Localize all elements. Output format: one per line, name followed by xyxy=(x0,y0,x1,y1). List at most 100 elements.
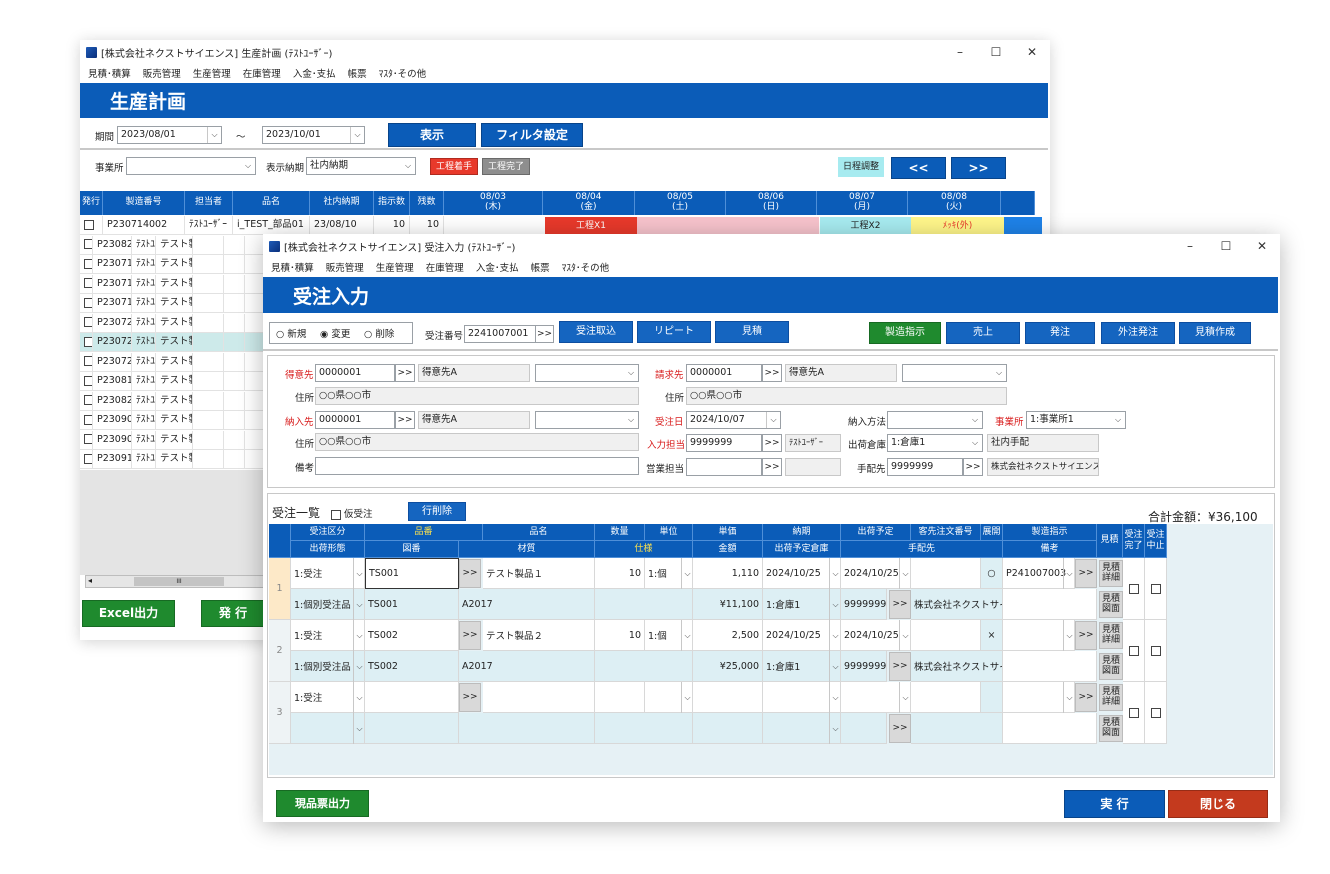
outsource-order-button[interactable]: 外注発注 xyxy=(1101,322,1175,344)
issue-checkbox[interactable] xyxy=(80,294,93,313)
cell-spec[interactable] xyxy=(595,713,693,744)
cell-remarks[interactable] xyxy=(1003,589,1097,620)
table-row[interactable]: P230714002 ﾃｽﾄﾕｰｻﾞｰ i_TEST_部品01 23/08/10 10 1… xyxy=(80,216,444,235)
issue-checkbox[interactable] xyxy=(80,391,93,411)
scroll-left-icon[interactable]: ◂ xyxy=(88,576,92,585)
chevron-down-icon[interactable]: ⌵ xyxy=(353,589,365,620)
chevron-down-icon[interactable]: ⌵ xyxy=(681,620,693,651)
chevron-down-icon[interactable]: ⌵ xyxy=(829,589,841,620)
cell-cust-po[interactable] xyxy=(911,558,981,589)
cell-expand[interactable]: ○ xyxy=(981,558,1003,589)
delivery-lookup-button[interactable]: >> xyxy=(395,411,415,429)
close-icon[interactable]: ✕ xyxy=(1014,40,1050,64)
table-row[interactable]: P230725002ﾃｽﾄﾕｰｻﾞｰテスト製 xyxy=(80,352,265,372)
warehouse-select[interactable]: 1:倉庫1 ⌵ xyxy=(887,434,983,452)
maximize-icon[interactable]: ☐ xyxy=(1208,234,1244,258)
manufacture-order-button[interactable]: 製造指示 xyxy=(869,322,941,344)
delivery-select[interactable]: ⌵ xyxy=(535,411,639,429)
period-from-input[interactable]: 2023/08/01 ⌵ xyxy=(117,126,222,144)
minimize-icon[interactable]: – xyxy=(1172,234,1208,258)
excel-export-button[interactable]: Excel出力 xyxy=(82,600,175,627)
execute-button[interactable]: 実 行 xyxy=(1064,790,1165,818)
order-done-checkbox[interactable] xyxy=(1123,558,1145,620)
delivery-code-input[interactable]: 0000001 xyxy=(315,411,395,429)
cell-qty[interactable]: 10 xyxy=(595,558,645,589)
estimate-detail-button[interactable]: 見積 詳細 xyxy=(1099,560,1123,587)
mode-new-radio[interactable]: ○ 新規 xyxy=(276,326,306,340)
mfg-lookup-button[interactable]: >> xyxy=(1075,621,1097,650)
order-done-checkbox[interactable] xyxy=(1123,682,1145,744)
arranger-lookup-button[interactable]: >> xyxy=(963,458,983,476)
cell-cust-po[interactable] xyxy=(911,682,981,713)
cell-remarks[interactable] xyxy=(1003,713,1097,744)
schedule-next-button[interactable]: >> xyxy=(951,157,1006,179)
arranger-lookup-button[interactable]: >> xyxy=(889,590,911,619)
chevron-down-icon[interactable]: ⌵ xyxy=(829,620,841,651)
display-due-select[interactable]: 社内納期 ⌵ xyxy=(306,157,416,175)
chevron-down-icon[interactable]: ⌵ xyxy=(899,620,911,651)
mfg-lookup-button[interactable]: >> xyxy=(1075,559,1097,588)
part-lookup-button[interactable]: >> xyxy=(459,683,481,712)
chevron-down-icon[interactable]: ⌵ xyxy=(681,682,693,713)
schedule-prev-button[interactable]: << xyxy=(891,157,946,179)
sales-person-code-input[interactable] xyxy=(686,458,762,476)
chevron-down-icon[interactable]: ⌵ xyxy=(353,651,365,682)
arranger-lookup-button[interactable]: >> xyxy=(889,652,911,681)
menu-inventory[interactable]: 在庫管理 xyxy=(243,66,281,80)
cell-remarks[interactable] xyxy=(1003,651,1097,682)
scroll-thumb[interactable]: III xyxy=(134,577,224,586)
cell-spec[interactable] xyxy=(595,651,693,682)
cell-part[interactable]: TS001 xyxy=(365,558,459,589)
menu-master[interactable]: ﾏｽﾀ･その他 xyxy=(562,260,610,274)
chevron-down-icon[interactable]: ⌵ xyxy=(829,651,841,682)
table-row[interactable]: P230905003ﾃｽﾄﾕｰｻﾞｰテスト製 xyxy=(80,411,265,430)
order-done-checkbox[interactable] xyxy=(1123,620,1145,682)
filter-settings-button[interactable]: フィルタ設定 xyxy=(481,123,583,147)
part-lookup-button[interactable]: >> xyxy=(459,621,481,650)
table-row[interactable]: P230829003ﾃｽﾄﾕｰｻﾞｰテスト製 xyxy=(80,391,265,411)
print-tag-button[interactable]: 現品票出力 xyxy=(276,790,369,817)
estimate-drawing-button[interactable]: 見積 図面 xyxy=(1099,653,1123,680)
menu-sales[interactable]: 販売管理 xyxy=(143,66,181,80)
customer-select[interactable]: ⌵ xyxy=(535,364,639,382)
menu-estimate[interactable]: 見積･積算 xyxy=(88,66,131,80)
menu-production[interactable]: 生産管理 xyxy=(376,260,414,274)
order-no-input[interactable]: 2241007001 xyxy=(464,325,536,343)
issue-checkbox[interactable] xyxy=(80,216,103,235)
repeat-button[interactable]: リピート xyxy=(637,321,711,343)
issue-checkbox[interactable] xyxy=(80,333,93,352)
delivery-method-select[interactable]: ⌵ xyxy=(887,411,983,429)
maximize-icon[interactable]: ☐ xyxy=(978,40,1014,64)
cell-expand[interactable]: × xyxy=(981,620,1003,651)
issue-checkbox[interactable] xyxy=(80,411,93,430)
chevron-down-icon[interactable]: ⌵ xyxy=(353,558,365,589)
table-row[interactable]: P230721002ﾃｽﾄﾕｰｻﾞｰテスト製 xyxy=(80,333,265,352)
office-select[interactable]: 1:事業所1 ⌵ xyxy=(1026,411,1126,429)
cell-material[interactable]: A2017 xyxy=(459,589,595,620)
menu-payment[interactable]: 入金･支払 xyxy=(293,66,336,80)
display-button[interactable]: 表示 xyxy=(388,123,476,147)
remarks-input[interactable] xyxy=(315,457,639,475)
order-no-lookup-button[interactable]: >> xyxy=(535,325,554,343)
menu-master[interactable]: ﾏｽﾀ･その他 xyxy=(379,66,427,80)
gantt-bar-x1[interactable]: 工程X1 xyxy=(545,217,637,235)
chevron-down-icon[interactable]: ⌵ xyxy=(681,558,693,589)
chevron-down-icon[interactable]: ⌵ xyxy=(353,620,365,651)
order-cancel-checkbox[interactable] xyxy=(1145,558,1167,620)
cell-material[interactable]: A2017 xyxy=(459,651,595,682)
cell-qty[interactable]: 10 xyxy=(595,620,645,651)
estimate-drawing-button[interactable]: 見積 図面 xyxy=(1099,715,1123,742)
gantt-bar-pink[interactable] xyxy=(637,217,819,235)
cell-qty[interactable] xyxy=(595,682,645,713)
mode-change-radio[interactable]: ◉ 変更 xyxy=(320,326,350,340)
menu-sales[interactable]: 販売管理 xyxy=(326,260,364,274)
entry-person-code-input[interactable]: 9999999 xyxy=(686,434,762,452)
arranger-lookup-button[interactable]: >> xyxy=(889,714,911,743)
chevron-down-icon[interactable]: ⌵ xyxy=(899,682,911,713)
issue-checkbox[interactable] xyxy=(80,450,93,469)
cell-cust-po[interactable] xyxy=(911,620,981,651)
cell-spec[interactable] xyxy=(595,589,693,620)
estimate-detail-button[interactable]: 見積 詳細 xyxy=(1099,622,1123,649)
chevron-down-icon[interactable]: ⌵ xyxy=(1063,682,1075,713)
period-to-input[interactable]: 2023/10/01 ⌵ xyxy=(262,126,365,144)
